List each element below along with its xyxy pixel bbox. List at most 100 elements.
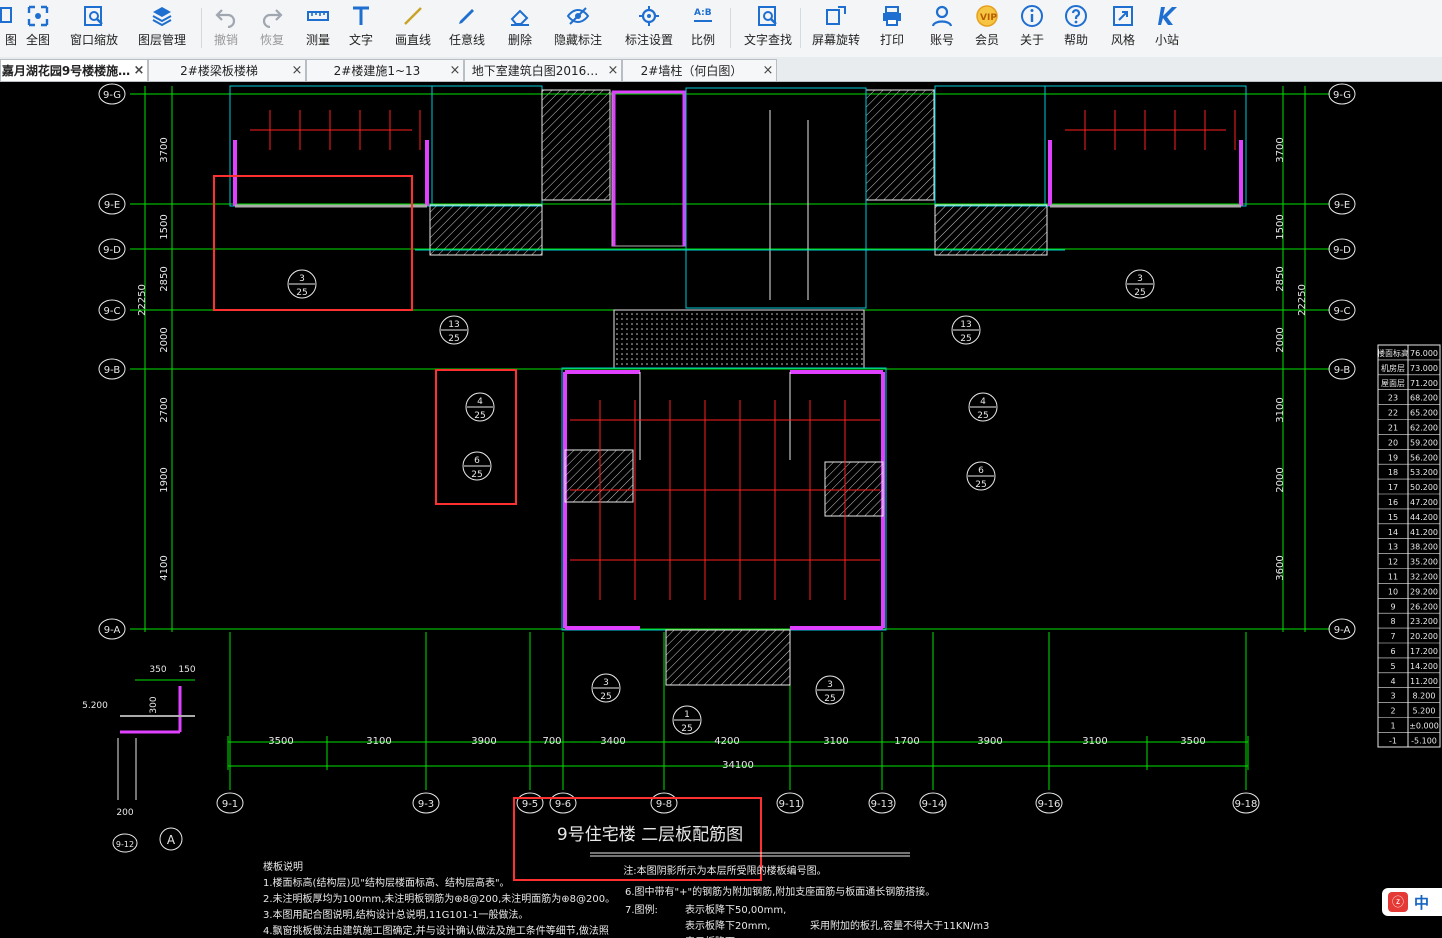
toolbar-button-text[interactable]: 文字	[343, 4, 379, 54]
dimension-text: 3100	[1275, 397, 1286, 422]
level-table-elevation: 41.200	[1410, 528, 1438, 537]
dimension-text: 1500	[159, 214, 170, 239]
slab-id-number: 3	[299, 274, 305, 284]
ime-indicator[interactable]: ⓩ 中	[1382, 888, 1442, 916]
level-table-floor: 21	[1388, 424, 1398, 433]
document-tab-2[interactable]: 2#楼梁板楼梯 ×	[148, 59, 306, 81]
style-icon	[1110, 4, 1136, 28]
toolbar-button-vip[interactable]: VIP 会员	[970, 4, 1004, 54]
toolbar-button-info[interactable]: 关于	[1016, 4, 1048, 54]
slab-id-number: 3	[603, 678, 609, 688]
hatched-slab	[429, 204, 543, 256]
toolbar-button-label: 隐藏标注	[553, 33, 602, 47]
toolbar-button-hide-annotation[interactable]: 隐藏标注	[548, 4, 608, 54]
room-outline	[229, 85, 433, 207]
general-note-line: 6.图中带有"+"的钢筋为附加钢筋,附加支座面筋与板面通长钢筋搭接。	[625, 885, 935, 898]
dimension-text: 300	[149, 696, 159, 713]
annotation-box	[213, 175, 413, 311]
level-table-floor: 4	[1390, 677, 1395, 686]
document-tab-5[interactable]: 2#墙柱（何白图） ×	[622, 59, 777, 81]
toolbar-button-redo[interactable]: 恢复	[255, 4, 289, 54]
hatched-corridor	[613, 309, 865, 369]
hatched-shaft	[541, 89, 611, 201]
drawing-note: 注:本图阴影所示为本层所受限的楼板编号图。	[623, 864, 826, 877]
close-icon[interactable]: ×	[605, 63, 621, 78]
slab-id-thickness: 25	[1134, 288, 1145, 298]
level-table-elevation: 26.200	[1410, 602, 1438, 611]
toolbar-button-layers[interactable]: 图层管理	[132, 4, 192, 54]
toolbar-button-full-view[interactable]: 全图	[23, 4, 53, 54]
level-table-elevation: 38.200	[1410, 543, 1438, 552]
toolbar-button-label: 小站	[1154, 33, 1179, 47]
toolbar-button-text-search[interactable]: 文字查找	[738, 4, 798, 54]
toolbar-button-k-station[interactable]: 小站	[1150, 4, 1184, 54]
axis-label-bottom: 9-1	[222, 799, 238, 810]
slab-id-number: 4	[980, 397, 986, 407]
toolbar-button-annotation-settings[interactable]: 标注设置	[619, 4, 679, 54]
slab-id-thickness: 25	[960, 334, 971, 344]
toolbar-button-window-zoom[interactable]: 窗口缩放	[58, 4, 130, 54]
slab-id-thickness: 25	[600, 692, 611, 702]
dimension-text: 3700	[159, 137, 170, 162]
dimension-text: 3400	[600, 736, 625, 747]
toolbar-button-help[interactable]: 帮助	[1060, 4, 1092, 54]
slab-id-number: 13	[448, 320, 459, 330]
close-icon[interactable]: ×	[289, 63, 305, 78]
toolbar-button-style[interactable]: 风格	[1107, 4, 1139, 54]
document-tab-1[interactable]: 嘉月湖花园9号楼楼施… ×	[0, 59, 148, 81]
toolbar-button-line[interactable]: 画直线	[389, 4, 437, 54]
slab-id-thickness: 25	[975, 480, 986, 490]
cut-icon	[0, 4, 24, 28]
toolbar-button-scale[interactable]: A:B 比例	[686, 4, 720, 54]
level-table-elevation: 59.200	[1410, 438, 1438, 447]
level-table-floor: 屋面层	[1381, 379, 1405, 388]
axis-label: 9-12	[116, 840, 134, 849]
toolbar-button-label: 画直线	[394, 33, 431, 47]
close-icon[interactable]: ×	[760, 63, 776, 78]
toolbar-button-cut[interactable]: 图	[0, 4, 22, 54]
toolbar-button-label: 比例	[690, 33, 715, 47]
general-note-line: 表示板降下50,00mm,	[685, 903, 786, 916]
dimension-text: 1500	[1275, 214, 1286, 239]
dimension-text: 3900	[977, 736, 1002, 747]
level-table-elevation: 53.200	[1410, 468, 1438, 477]
document-tab-4[interactable]: 地下室建筑白图2016… ×	[464, 59, 622, 81]
section-label: A	[167, 833, 176, 847]
layers-icon	[149, 4, 175, 28]
dimension-text: 1900	[159, 467, 170, 492]
level-table-floor: 11	[1388, 573, 1398, 582]
toolbar-button-measure[interactable]: 测量	[299, 4, 337, 54]
toolbar-button-label: 风格	[1110, 33, 1135, 47]
toolbar-button-label: 标注设置	[624, 33, 673, 47]
general-note-line: 表示板降下20mm,	[685, 919, 770, 932]
level-table-floor: 20	[1388, 438, 1398, 447]
tab-label: 2#楼建施1~13	[333, 64, 421, 78]
level-table-elevation: 50.200	[1410, 483, 1438, 492]
toolbar-button-eraser[interactable]: 删除	[503, 4, 537, 54]
close-icon[interactable]: ×	[447, 63, 463, 78]
toolbar-button-label: 会员	[974, 33, 999, 47]
axis-label-right: 9-D	[1333, 245, 1351, 256]
cad-drawing-canvas[interactable]: 9-G 9-G 9-E 9-E 9-D 9-D 9-C 9-C 9-B 9-B 9-A 9-A 3700…	[0, 82, 1442, 938]
close-icon[interactable]: ×	[131, 63, 147, 78]
toolbar-button-undo[interactable]: 撤销	[209, 4, 243, 54]
stair-core	[611, 91, 687, 247]
level-table-elevation: 71.200	[1410, 379, 1438, 388]
dimension-text: 2000	[159, 327, 170, 352]
main-toolbar: 图全图 窗口缩放 图层管理 撤销 恢复 测量 文字 画直线 任意线 删除 隐藏标注 标注设置 A:B 比例…	[0, 0, 1442, 58]
toolbar-button-print[interactable]: 打印	[876, 4, 908, 54]
toolbar-button-rotate[interactable]: 屏幕旋转	[806, 4, 866, 54]
general-note-line: 1.楼面标高(结构层)见"结构层楼面标高、结构层高表"。	[263, 876, 510, 889]
toolbar-button-freeline[interactable]: 任意线	[446, 4, 488, 54]
level-table-floor: -1	[1389, 736, 1397, 745]
level-table-elevation: 14.200	[1410, 662, 1438, 671]
toolbar-button-label: 删除	[507, 33, 532, 47]
level-table-elevation: 8.200	[1413, 692, 1436, 701]
freeline-icon	[454, 4, 480, 28]
svg-text:VIP: VIP	[980, 13, 997, 23]
toolbar-button-label: 屏幕旋转	[811, 33, 860, 47]
hatched-slab	[934, 204, 1048, 256]
toolbar-button-account[interactable]: 账号	[927, 4, 957, 54]
slab-id-thickness: 25	[296, 288, 307, 298]
document-tab-3[interactable]: 2#楼建施1~13 ×	[306, 59, 464, 81]
